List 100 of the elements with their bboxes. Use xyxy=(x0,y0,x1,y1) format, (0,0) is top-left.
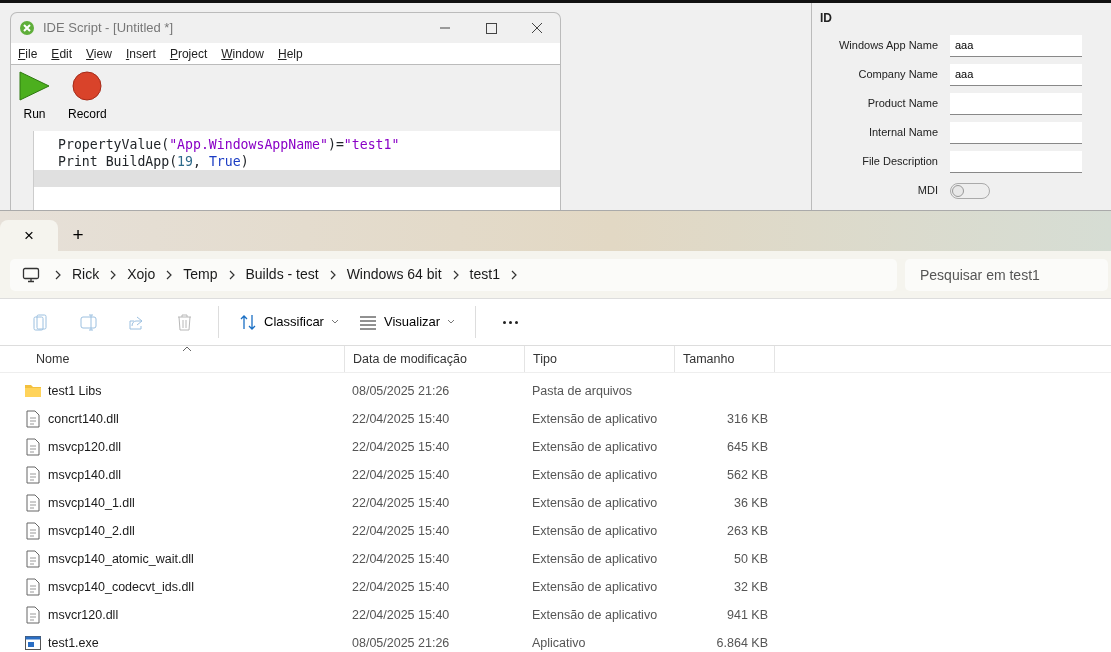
view-button[interactable]: Visualizar xyxy=(348,312,466,332)
tab-close-button[interactable]: × xyxy=(0,220,58,251)
file-name[interactable]: msvcr120.dll xyxy=(48,605,119,625)
menu-item[interactable]: View xyxy=(86,44,112,63)
size-cell-text: 50 KB xyxy=(732,550,768,568)
code-line: Print BuildApp(19, True) xyxy=(57,153,250,170)
file-name[interactable]: concrt140.dll xyxy=(48,409,119,429)
date-cell-text: 22/04/2025 15:40 xyxy=(351,606,451,624)
column-header[interactable]: Nome xyxy=(0,346,345,372)
chevron-icon xyxy=(227,268,236,281)
record-button[interactable]: Record xyxy=(66,71,109,131)
menu-item[interactable]: File xyxy=(18,44,38,63)
size-cell-text: 36 KB xyxy=(732,494,768,512)
date-cell-text: 22/04/2025 15:40 xyxy=(351,466,451,484)
type-cell-text: Pasta de arquivos xyxy=(531,382,634,400)
type-cell-text: Extensão de aplicativo xyxy=(531,606,659,624)
file-name[interactable]: test1 Libs xyxy=(48,381,102,401)
type-cell-text: Extensão de aplicativo xyxy=(531,494,659,512)
menu-item[interactable]: Project xyxy=(169,44,208,63)
rename-icon xyxy=(79,313,97,331)
size-cell-text: 645 KB xyxy=(726,438,768,456)
field-label: File Description xyxy=(861,154,939,170)
field-label: Internal Name xyxy=(867,125,939,141)
more-icon xyxy=(502,320,518,324)
document-icon xyxy=(24,410,42,428)
address-bar[interactable]: Rick Xojo Temp Builds - test Windows 64 bit test1 xyxy=(10,258,897,291)
size-cell-text: 562 KB xyxy=(726,466,768,484)
code-line: PropertyValue("App.WindowsAppName")="test1" xyxy=(57,136,401,153)
new-tab-button[interactable]: + xyxy=(58,220,98,251)
column-header[interactable]: Tipo xyxy=(525,346,675,372)
chevron-icon xyxy=(509,268,518,281)
breadcrumb-item[interactable]: Xojo xyxy=(117,264,166,285)
size-cell-text: 32 KB xyxy=(732,578,768,596)
document-icon xyxy=(24,438,42,456)
chevron-icon xyxy=(328,268,337,281)
caret-icon xyxy=(447,319,456,325)
breadcrumb-item[interactable]: Windows 64 bit xyxy=(336,264,452,285)
sort-button[interactable]: Classificar xyxy=(229,312,349,332)
file-name[interactable]: msvcp140.dll xyxy=(48,465,121,485)
date-cell-text: 22/04/2025 15:40 xyxy=(351,578,451,596)
type-cell-text: Extensão de aplicativo xyxy=(531,410,659,428)
text-field[interactable] xyxy=(950,92,1082,115)
document-icon xyxy=(24,550,42,568)
file-name[interactable]: msvcp140_atomic_wait.dll xyxy=(48,549,194,569)
text-field[interactable] xyxy=(950,121,1082,144)
date-cell-text: 08/05/2025 21:26 xyxy=(351,634,451,652)
chevron-icon xyxy=(451,268,460,281)
file-name[interactable]: test1.exe xyxy=(48,633,99,652)
file-name[interactable]: msvcp140_codecvt_ids.dll xyxy=(48,577,194,597)
list-view-icon xyxy=(358,313,377,331)
column-header[interactable]: Tamanho xyxy=(675,346,775,372)
document-icon xyxy=(24,494,42,512)
type-cell-text: Extensão de aplicativo xyxy=(531,578,659,596)
field-label: Windows App Name xyxy=(837,38,939,54)
document-icon xyxy=(24,578,42,596)
caret-icon xyxy=(330,319,339,325)
chevron-icon xyxy=(165,268,174,281)
menu-item[interactable]: Edit xyxy=(51,44,73,63)
field-label: Product Name xyxy=(866,96,939,112)
type-cell-text: Extensão de aplicativo xyxy=(531,438,659,456)
file-name[interactable]: msvcp140_2.dll xyxy=(48,521,135,541)
file-name[interactable]: msvcp140_1.dll xyxy=(48,493,135,513)
chevron-icon xyxy=(54,268,62,281)
menu-item[interactable]: Insert xyxy=(125,44,156,63)
size-cell-text: 316 KB xyxy=(726,410,768,428)
run-button[interactable]: Run xyxy=(17,71,52,131)
window-title: IDE Script - [Untitled *] xyxy=(43,19,174,38)
date-cell-text: 08/05/2025 21:26 xyxy=(351,382,451,400)
date-cell-text: 22/04/2025 15:40 xyxy=(351,522,451,540)
breadcrumb-item[interactable]: Rick xyxy=(62,264,110,285)
code-editor[interactable]: PropertyValue("App.WindowsAppName")="test1" Print BuildApp(19, True) xyxy=(33,131,560,210)
sort-icon xyxy=(239,313,257,331)
text-field[interactable]: aaa xyxy=(950,34,1082,57)
computer-icon xyxy=(22,265,40,284)
type-cell-text: Extensão de aplicativo xyxy=(531,466,659,484)
folder-icon xyxy=(24,382,42,400)
size-cell-text: 263 KB xyxy=(726,522,768,540)
chevron-icon xyxy=(109,268,118,281)
column-header[interactable]: Data de modificação xyxy=(345,346,525,372)
app-icon xyxy=(19,20,35,36)
menu-item[interactable]: Window xyxy=(221,44,264,63)
copy-icon xyxy=(31,313,49,331)
breadcrumb-item[interactable]: Temp xyxy=(173,264,228,285)
text-field[interactable] xyxy=(950,150,1082,173)
section-title: ID xyxy=(820,10,833,27)
type-cell-text: Aplicativo xyxy=(531,634,587,652)
search-field[interactable]: Pesquisar em test1 xyxy=(905,258,1108,291)
toggle-switch[interactable] xyxy=(950,182,990,199)
breadcrumb-item[interactable]: test1 xyxy=(459,264,510,285)
trash-icon xyxy=(175,313,193,331)
record-icon xyxy=(71,71,103,102)
menu-item[interactable]: Help xyxy=(277,44,303,63)
size-cell-text: 941 KB xyxy=(726,606,768,624)
date-cell-text: 22/04/2025 15:40 xyxy=(351,410,451,428)
size-cell-text: 6.864 KB xyxy=(715,634,768,652)
date-cell-text: 22/04/2025 15:40 xyxy=(351,550,451,568)
date-cell-text: 22/04/2025 15:40 xyxy=(351,438,451,456)
breadcrumb-item[interactable]: Builds - test xyxy=(235,264,329,285)
text-field[interactable]: aaa xyxy=(950,63,1082,86)
file-name[interactable]: msvcp120.dll xyxy=(48,437,121,457)
